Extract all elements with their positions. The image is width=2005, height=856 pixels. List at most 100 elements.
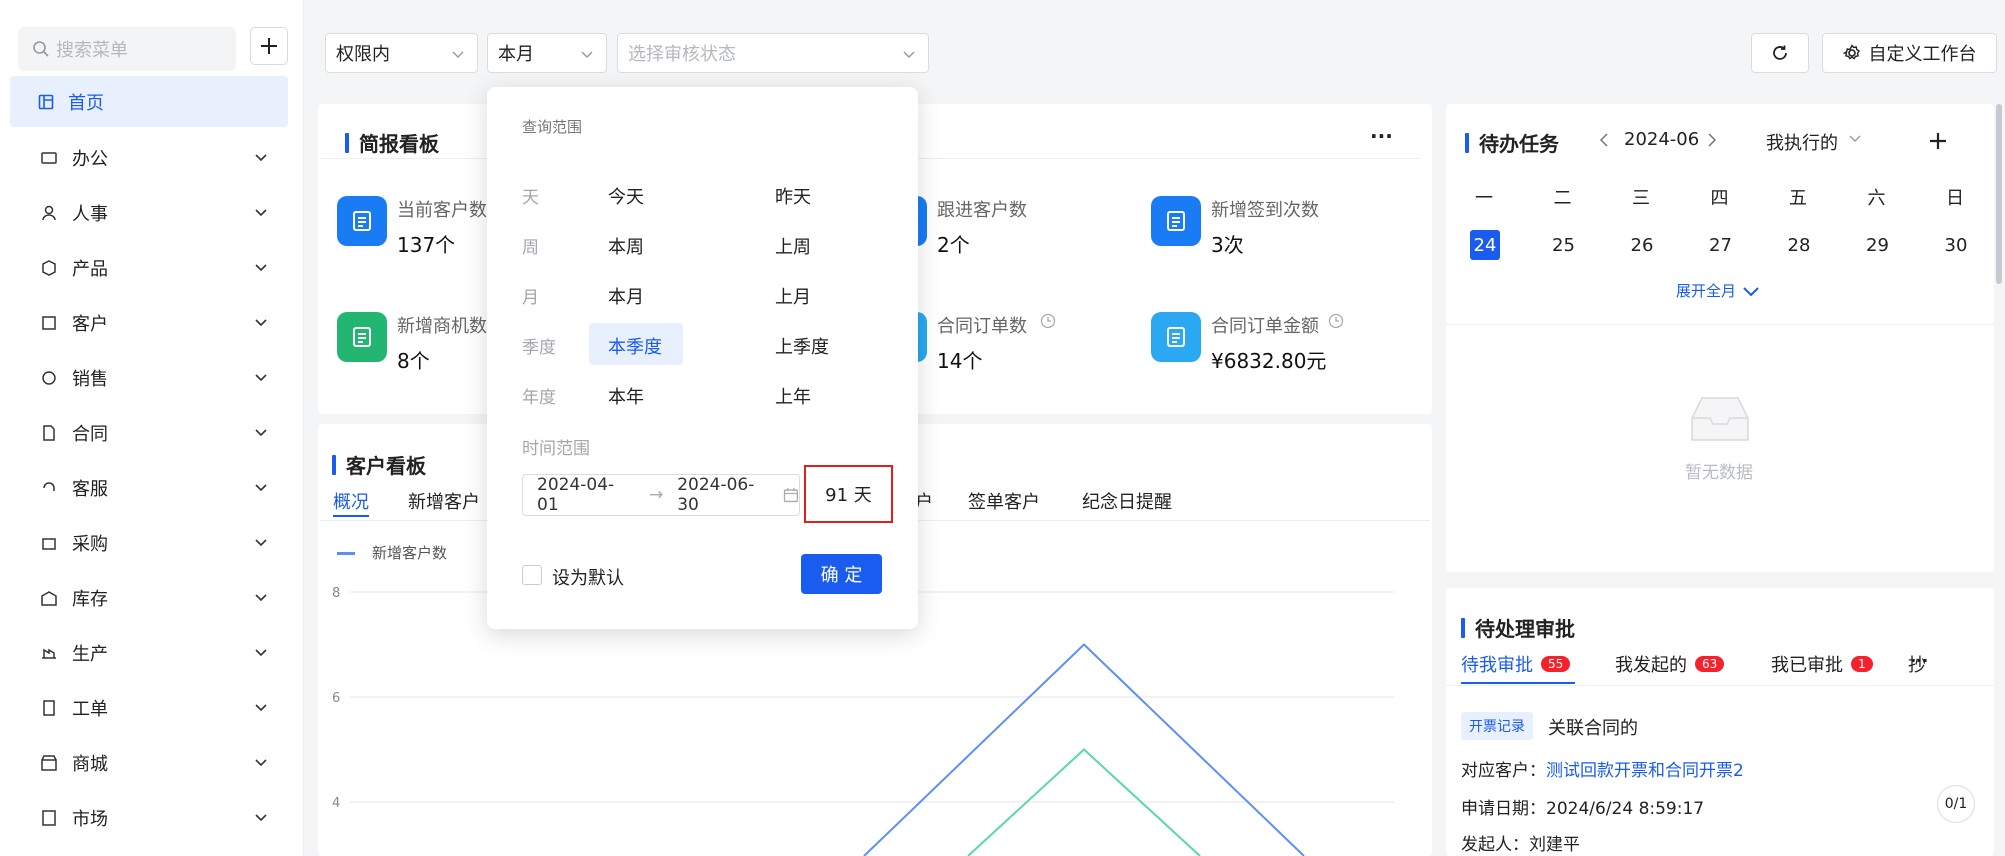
sidebar-item-label: 采购 [72, 534, 108, 555]
period-group-label: 年度 [522, 388, 556, 408]
status-select[interactable]: 选择审核状态 [617, 33, 929, 73]
scrollbar-thumb[interactable] [1996, 104, 2002, 284]
sidebar-item-1[interactable]: 人事 [0, 193, 290, 233]
approval-tab-0[interactable]: 待我审批 55 [1461, 651, 1571, 677]
scope-select[interactable]: 权限内 [325, 33, 478, 73]
period-option[interactable]: 本月 [608, 283, 644, 309]
sidebar-item-7[interactable]: 采购 [0, 523, 290, 563]
todo-month: 2024-06 [1624, 129, 1700, 150]
stat-label: 合同订单数 [937, 316, 1027, 337]
period-option[interactable]: 上周 [775, 233, 811, 259]
mine-select[interactable]: 我执行的 [1766, 129, 1838, 155]
y-tick-label: 4 [332, 796, 340, 811]
chevron-down-icon [255, 209, 267, 217]
period-option[interactable]: 本季度 [608, 333, 662, 359]
calendar-date[interactable]: 30 [1941, 230, 1971, 260]
market-icon [40, 809, 58, 827]
arrow-icon: → [648, 485, 664, 505]
calendar-date[interactable]: 24 [1470, 230, 1500, 260]
chevron-down-icon [255, 814, 267, 822]
status-placeholder: 选择审核状态 [628, 44, 736, 65]
legend-label: 新增客户数 [372, 544, 448, 562]
store-icon [40, 754, 58, 772]
tab-overview[interactable]: 概况 [333, 488, 369, 514]
pager-badge[interactable]: 0/1 [1937, 785, 1975, 823]
sidebar-item-home[interactable]: 首页 [10, 76, 288, 127]
period-option[interactable]: 上季度 [775, 333, 829, 359]
clock-icon [1040, 313, 1056, 334]
period-value: 本月 [498, 44, 534, 65]
weekday-label: 二 [1553, 188, 1572, 209]
sidebar-item-4[interactable]: 销售 [0, 358, 290, 398]
chevron-down-icon [903, 51, 915, 58]
prev-month-icon[interactable] [1598, 132, 1610, 148]
sidebar-item-6[interactable]: 客服 [0, 468, 290, 508]
search-input[interactable]: 搜索菜单 [18, 27, 236, 71]
sidebar-item-9[interactable]: 生产 [0, 633, 290, 673]
tab-new-customer[interactable]: 新增客户 [408, 488, 480, 514]
start-date[interactable]: 2024-04-01 [537, 475, 635, 515]
chevron-down-icon [255, 264, 267, 272]
default-checkbox[interactable] [522, 565, 542, 585]
chevron-down-icon [255, 704, 267, 712]
chevron-down-icon [255, 429, 267, 437]
approval-tab-label: 我发起的 [1615, 655, 1687, 676]
sidebar-item-10[interactable]: 工单 [0, 688, 290, 728]
plus-icon [261, 38, 277, 54]
sidebar-item-label: 产品 [72, 259, 108, 280]
customer-icon [40, 314, 58, 332]
date-range-picker[interactable]: 2024-04-01 → 2024-06-30 [522, 474, 800, 516]
period-option[interactable]: 今天 [608, 183, 644, 209]
period-option[interactable]: 昨天 [775, 183, 811, 209]
add-task-icon[interactable] [1928, 131, 1948, 151]
calendar-date[interactable]: 26 [1627, 230, 1657, 260]
weekday-label: 五 [1789, 188, 1807, 209]
next-month-icon[interactable] [1706, 132, 1718, 148]
stat-label: 新增商机数 [397, 316, 487, 337]
date-label: 申请日期： [1461, 799, 1546, 819]
tab-signed-customer[interactable]: 签单客户 [968, 488, 1040, 514]
sidebar-item-2[interactable]: 产品 [0, 248, 290, 288]
period-dropdown [487, 87, 918, 629]
stat-icon [337, 312, 387, 362]
tab-anniversary[interactable]: 纪念日提醒 [1082, 488, 1172, 514]
sidebar-item-3[interactable]: 客户 [0, 303, 290, 343]
sidebar-item-8[interactable]: 库存 [0, 578, 290, 618]
weekday-label: 一 [1475, 188, 1493, 209]
approval-more-button[interactable]: ··· [1910, 651, 1928, 670]
customer-link[interactable]: 测试回款开票和合同开票2 [1546, 761, 1744, 781]
invoice-tag: 开票记录 [1461, 712, 1533, 740]
brief-more-button[interactable]: ··· [1370, 124, 1393, 148]
period-option[interactable]: 上月 [775, 283, 811, 309]
approval-tab-2[interactable]: 我已审批 1 [1771, 651, 1873, 677]
sidebar-item-12[interactable]: 市场 [0, 798, 290, 838]
add-menu-button[interactable] [250, 27, 288, 65]
period-option[interactable]: 上年 [775, 383, 811, 409]
stat-label: 跟进客户数 [937, 200, 1027, 221]
calendar-date[interactable]: 29 [1863, 230, 1893, 260]
divider [1446, 685, 1994, 686]
calendar-date[interactable]: 25 [1549, 230, 1579, 260]
customer-label: 对应客户： [1461, 761, 1546, 781]
approval-tab-1[interactable]: 我发起的 63 [1615, 651, 1725, 677]
sidebar-item-0[interactable]: 办公 [0, 138, 290, 178]
count-badge: 63 [1695, 656, 1725, 672]
calendar-date[interactable]: 28 [1784, 230, 1814, 260]
custom-workbench-button[interactable]: 自定义工作台 [1822, 33, 1997, 73]
sidebar-item-label: 库存 [72, 589, 108, 610]
calendar-date[interactable]: 27 [1706, 230, 1736, 260]
stat-value: 8个 [397, 349, 430, 373]
period-option[interactable]: 本年 [608, 383, 644, 409]
stat-icon [1151, 312, 1201, 362]
end-date[interactable]: 2024-06-30 [677, 475, 775, 515]
period-option[interactable]: 本周 [608, 233, 644, 259]
period-select[interactable]: 本月 [487, 33, 607, 73]
empty-text: 暂无数据 [1685, 463, 1753, 483]
confirm-button[interactable]: 确 定 [801, 554, 882, 594]
refresh-button[interactable] [1751, 33, 1809, 73]
expand-month-button[interactable]: 展开全月 [1676, 280, 1760, 301]
sidebar-item-5[interactable]: 合同 [0, 413, 290, 453]
sidebar-item-label: 客户 [72, 314, 108, 335]
sidebar-item-11[interactable]: 商城 [0, 743, 290, 783]
chevron-down-icon [255, 759, 267, 767]
